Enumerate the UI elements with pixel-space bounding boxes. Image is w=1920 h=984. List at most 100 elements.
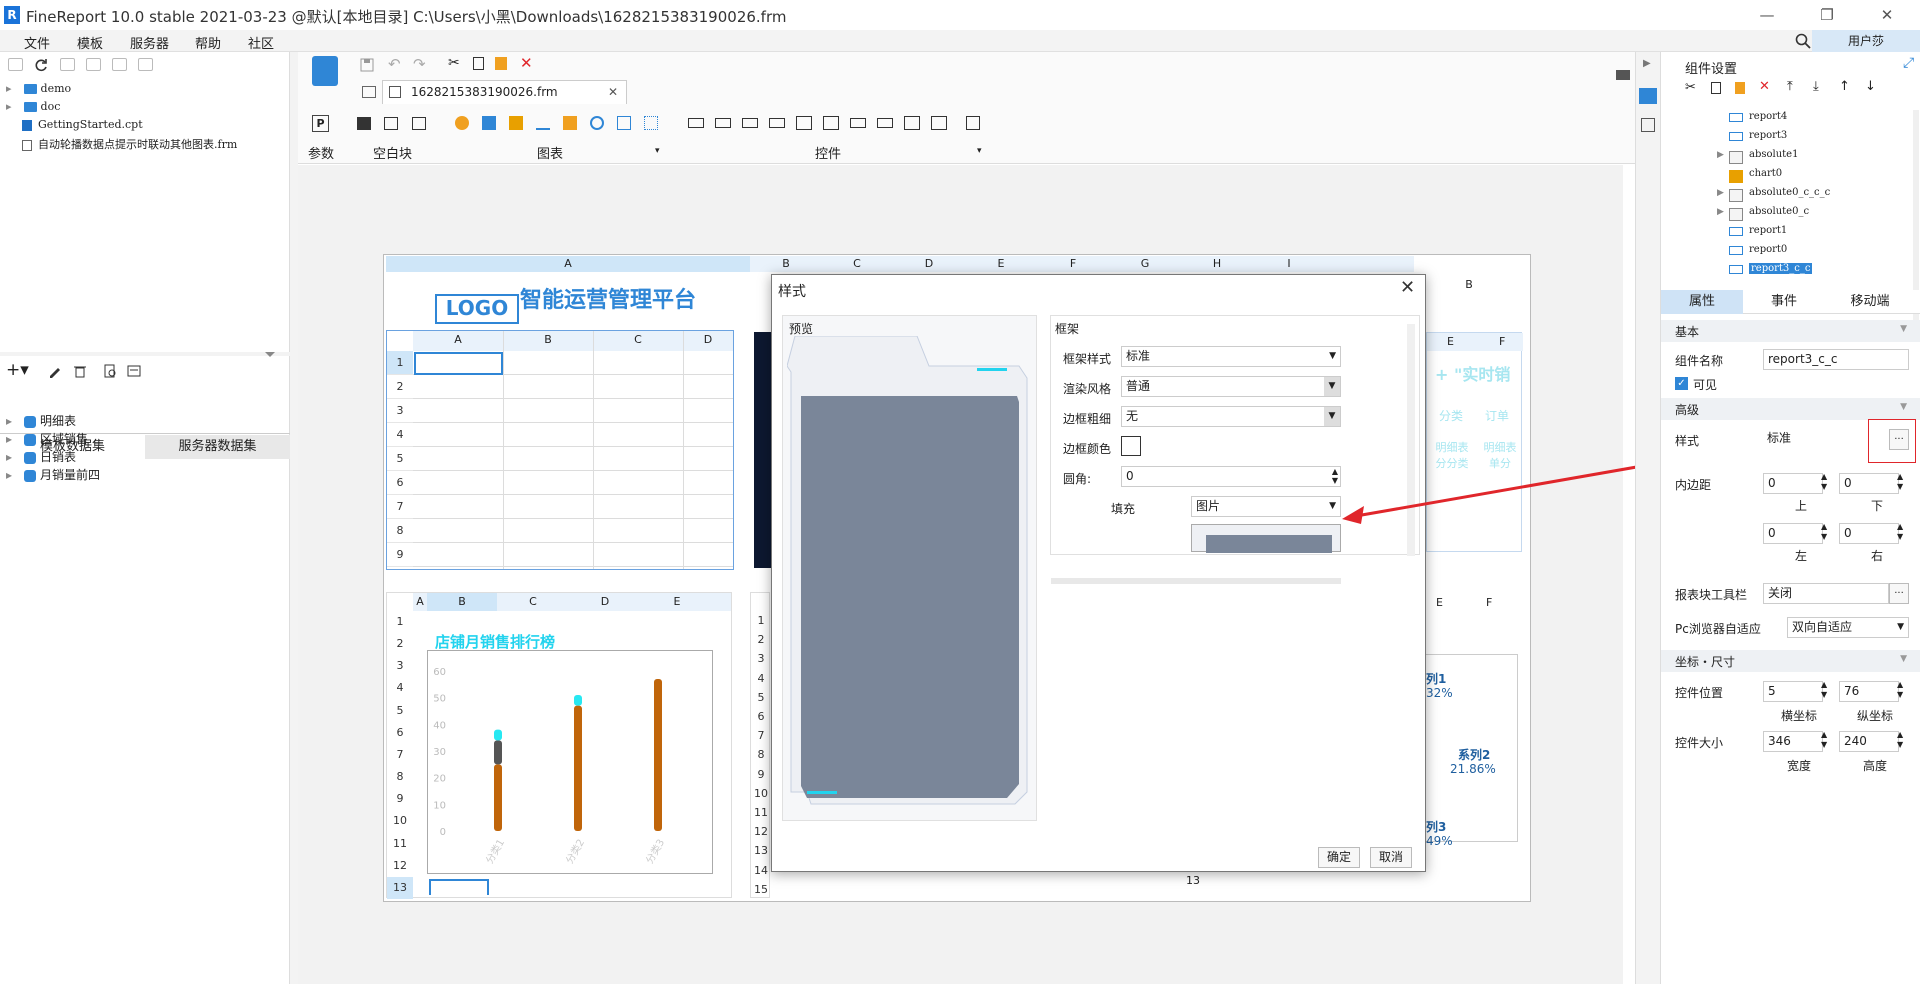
widget-tree-item[interactable]: ▶ absolute1 [1661, 148, 1911, 166]
dialog-close-icon[interactable]: ✕ [1400, 277, 1415, 298]
widget-tree-item[interactable]: ▶ absolute0_c_c_c [1661, 186, 1911, 204]
refresh-icon[interactable] [34, 58, 48, 72]
file-tab[interactable]: 1628215383190026.frm ✕ [382, 80, 627, 104]
adapt-select[interactable]: 双向自适应 ▼ [1787, 617, 1909, 638]
paste-icon[interactable] [1735, 82, 1745, 94]
table-widget-icon[interactable] [823, 116, 839, 130]
password-widget-icon[interactable] [877, 118, 893, 128]
delete-icon[interactable]: ✕ [520, 54, 533, 72]
toolbar-edit-button[interactable]: ··· [1889, 583, 1909, 604]
mobile-settings-icon[interactable] [1641, 118, 1655, 132]
tree-item-demo[interactable]: ▸ demo [6, 82, 71, 99]
height-input[interactable]: 240 [1839, 731, 1899, 752]
report-block-selected[interactable]: A B C D 123456789 [386, 330, 734, 570]
widget-tree-item[interactable]: report4 [1661, 110, 1911, 128]
toolbar-value[interactable]: 关闭 [1763, 583, 1889, 604]
move-top-icon[interactable]: ⤒ [1787, 79, 1793, 94]
area-chart-icon[interactable] [563, 116, 577, 130]
chart-selected-cell[interactable] [429, 879, 489, 895]
move-up-icon[interactable]: ↑ [1839, 79, 1850, 94]
scatter-chart-icon[interactable] [644, 116, 658, 130]
date-widget-icon[interactable] [796, 116, 812, 130]
visible-checkbox[interactable]: ✓ [1675, 377, 1688, 390]
widget-tree-icon[interactable] [362, 86, 376, 98]
column-chart-icon[interactable] [509, 116, 523, 130]
settings-hscrollbar[interactable] [1051, 578, 1341, 584]
redo-icon[interactable]: ↷ [413, 55, 426, 73]
pane-divider[interactable] [0, 352, 290, 356]
preview-dataset-icon[interactable] [103, 364, 117, 378]
selected-cell[interactable] [414, 352, 503, 375]
radar-chart-icon[interactable] [617, 116, 631, 130]
collapse-arrow-icon[interactable]: ▶ [1643, 58, 1651, 69]
fill-image-thumb[interactable] [1191, 524, 1341, 553]
cancel-button[interactable]: 取消 [1370, 847, 1412, 868]
label-widget-icon[interactable] [715, 118, 731, 128]
stepper-icon[interactable]: ▲ ▼ [1897, 472, 1903, 492]
section-advanced[interactable]: 高级 ▼ [1661, 398, 1920, 420]
expand-arrow-icon[interactable]: ▶ [1717, 188, 1724, 198]
line-chart-icon[interactable] [536, 116, 550, 130]
delete-icon[interactable]: ✕ [1759, 79, 1770, 94]
new-folder-icon[interactable] [8, 58, 23, 71]
widget-tree-item[interactable]: report3_c_c [1661, 262, 1911, 280]
left-splitter[interactable] [290, 52, 298, 984]
save-icon[interactable] [360, 58, 374, 72]
radio-widget-icon[interactable] [931, 116, 947, 130]
stepper-icon[interactable]: ▲ ▼ [1821, 472, 1827, 492]
menu-community[interactable]: 社区 [248, 33, 274, 52]
render-style-select[interactable]: 普通 ▼ [1121, 376, 1341, 397]
gauge-chart-icon[interactable] [590, 116, 604, 130]
tab-properties[interactable]: 属性 [1661, 290, 1743, 314]
tree-item-frm[interactable]: 自动轮播数据点提示时联动其他图表.frm [6, 136, 237, 153]
undo-icon[interactable]: ↶ [388, 55, 401, 73]
pin-icon[interactable]: ⤢ [1903, 55, 1914, 71]
frame-style-select[interactable]: 标准 ▼ [1121, 346, 1341, 367]
menu-template[interactable]: 模板 [77, 33, 103, 52]
paste-icon[interactable] [495, 57, 507, 70]
dropdown-icon[interactable] [1616, 70, 1630, 80]
width-input[interactable]: 346 [1763, 731, 1823, 752]
stepper-icon[interactable]: ▲ ▼ [1897, 522, 1903, 542]
radius-input[interactable]: 0 ▲ ▼ [1121, 466, 1341, 487]
text-widget-icon[interactable] [688, 118, 704, 128]
section-coord[interactable]: 坐标・尺寸 ▼ [1661, 650, 1920, 672]
lock-icon[interactable] [60, 58, 75, 71]
padding-top-input[interactable]: 0 [1763, 473, 1823, 494]
padding-right-input[interactable]: 0 [1839, 523, 1899, 544]
combo-widget-icon[interactable] [769, 118, 785, 128]
style-edit-button[interactable]: ··· [1889, 429, 1909, 450]
widget-settings-icon[interactable] [1639, 88, 1657, 104]
dataset-item[interactable]: ▸ 区域销售 [6, 430, 88, 447]
chart-frame[interactable]: 0 10 20 30 40 50 60 分类1 分类2 分类3 [427, 650, 713, 874]
parameter-icon[interactable]: P [312, 115, 329, 132]
expand-arrow-icon[interactable]: ▶ [1717, 207, 1724, 217]
minimize-button[interactable]: — [1752, 4, 1782, 26]
pos-y-input[interactable]: 76 [1839, 681, 1899, 702]
tab-events[interactable]: 事件 [1743, 290, 1825, 314]
menu-help[interactable]: 帮助 [195, 33, 221, 52]
cut-icon[interactable]: ✂ [448, 55, 460, 71]
collapse-icon[interactable] [265, 352, 275, 358]
padding-bottom-input[interactable]: 0 [1839, 473, 1899, 494]
dataset-item[interactable]: ▸ 明细表 [6, 412, 76, 429]
checkbox-widget-icon[interactable] [904, 116, 920, 130]
border-color-swatch[interactable] [1121, 436, 1141, 456]
stepper-icon[interactable]: ▲ ▼ [1897, 680, 1903, 700]
dataset-param-icon[interactable] [127, 364, 141, 378]
copy-icon[interactable] [138, 58, 153, 71]
tree-item-doc[interactable]: ▸ doc [6, 100, 60, 117]
widget-tree-item[interactable]: report1 [1661, 224, 1911, 242]
chart-report-block[interactable]: A B C D E 1 2 3 4 5 6 7 8 9 10 11 12 13 店铺月销售排行榜 0 10… [386, 592, 732, 899]
cut-icon[interactable]: ✂ [1685, 80, 1696, 95]
widget-tree-item[interactable]: report3 [1661, 129, 1911, 147]
new-template-icon[interactable] [312, 56, 338, 86]
widget-group-expand-icon[interactable]: ▾ [977, 146, 982, 156]
rename-icon[interactable] [86, 58, 101, 71]
widget-tree-item[interactable]: report0 [1661, 243, 1911, 261]
tab-mobile[interactable]: 移动端 [1825, 290, 1915, 314]
border-width-select[interactable]: 无 ▼ [1121, 406, 1341, 427]
add-dataset-icon[interactable]: +▾ [6, 360, 29, 380]
menu-file[interactable]: 文件 [24, 33, 50, 52]
stepper-icon[interactable]: ▲ ▼ [1897, 730, 1903, 750]
